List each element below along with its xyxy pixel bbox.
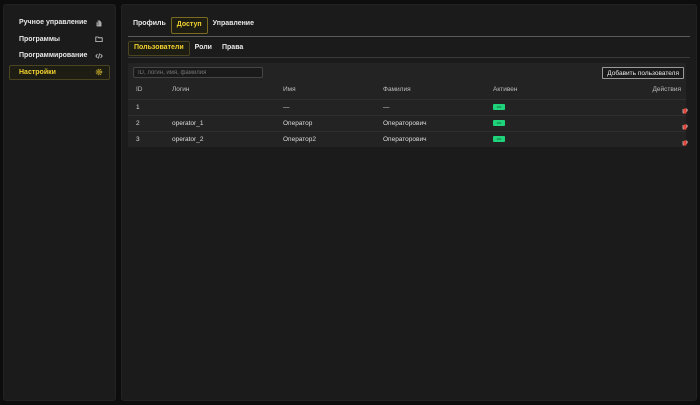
main-tabs: Профиль Доступ Управление [128, 17, 690, 37]
cell-surname: Операторович [383, 136, 427, 143]
delete-icon[interactable] [681, 139, 688, 146]
delete-icon[interactable] [681, 123, 688, 130]
sidebar-item-label: Программирование [19, 52, 88, 59]
cell-id: 3 [136, 136, 140, 143]
cell-id: 2 [136, 120, 140, 127]
cell-name: Оператор2 [283, 136, 317, 143]
cell-name: Оператор [283, 120, 313, 127]
sidebar-item-label: Программы [19, 35, 61, 43]
sub-tabs: Пользователи Роли Права [128, 41, 690, 58]
column-header-active: Активен [493, 86, 518, 93]
column-header-id: ID [136, 86, 143, 93]
tab-permissions[interactable]: Права [217, 41, 248, 56]
sidebar-item-programs[interactable]: Программы [9, 32, 110, 47]
delete-icon[interactable] [681, 107, 688, 114]
tab-roles[interactable]: Роли [190, 41, 217, 56]
tab-profile[interactable]: Профиль [128, 17, 171, 32]
column-header-actions: Действия [652, 86, 681, 93]
cell-surname: Операторович [383, 120, 427, 127]
folder-icon [95, 35, 103, 43]
main-panel: Профиль Доступ Управление Пользователи Р… [121, 4, 697, 401]
table-row[interactable]: 2 operator_1 Оператор Операторович ON [128, 115, 688, 130]
cell-id: 1 [136, 104, 140, 111]
code-icon [95, 52, 103, 60]
cell-login: operator_2 [172, 136, 204, 143]
sidebar-item-settings[interactable]: Настройки [9, 64, 110, 80]
search-input[interactable] [133, 67, 263, 78]
tab-access[interactable]: Доступ [170, 17, 208, 34]
active-toggle[interactable]: ON [493, 104, 505, 110]
cell-surname: — [383, 104, 390, 111]
cell-name: — [283, 104, 290, 111]
tab-management[interactable]: Управление [208, 17, 259, 32]
active-toggle[interactable]: ON [493, 120, 505, 126]
cell-login: operator_1 [172, 120, 204, 127]
sidebar-item-programming[interactable]: Программирование [9, 48, 110, 63]
sidebar-item-manual-control[interactable]: Ручное управление [9, 15, 110, 30]
active-toggle[interactable]: ON [493, 136, 505, 142]
table-header: ID Логин Имя Фамилия Активен Действия [128, 85, 686, 95]
column-header-name: Имя [283, 86, 296, 93]
sidebar-item-label: Ручное управление [19, 19, 88, 26]
column-header-surname: Фамилия [383, 86, 411, 93]
sidebar: Ручное управление Программы Программиров… [3, 4, 116, 401]
hand-icon [95, 19, 103, 27]
add-user-button[interactable]: Добавить пользователя [602, 67, 684, 79]
users-panel: Добавить пользователя ID Логин Имя Фамил… [128, 63, 688, 147]
column-header-login: Логин [172, 86, 190, 93]
table-row[interactable]: 1 — — ON [128, 99, 688, 114]
tab-users[interactable]: Пользователи [128, 41, 190, 56]
gear-icon [95, 68, 103, 76]
table-row[interactable]: 3 operator_2 Оператор2 Операторович ON [128, 131, 688, 146]
sidebar-item-label: Настройки [19, 68, 56, 76]
